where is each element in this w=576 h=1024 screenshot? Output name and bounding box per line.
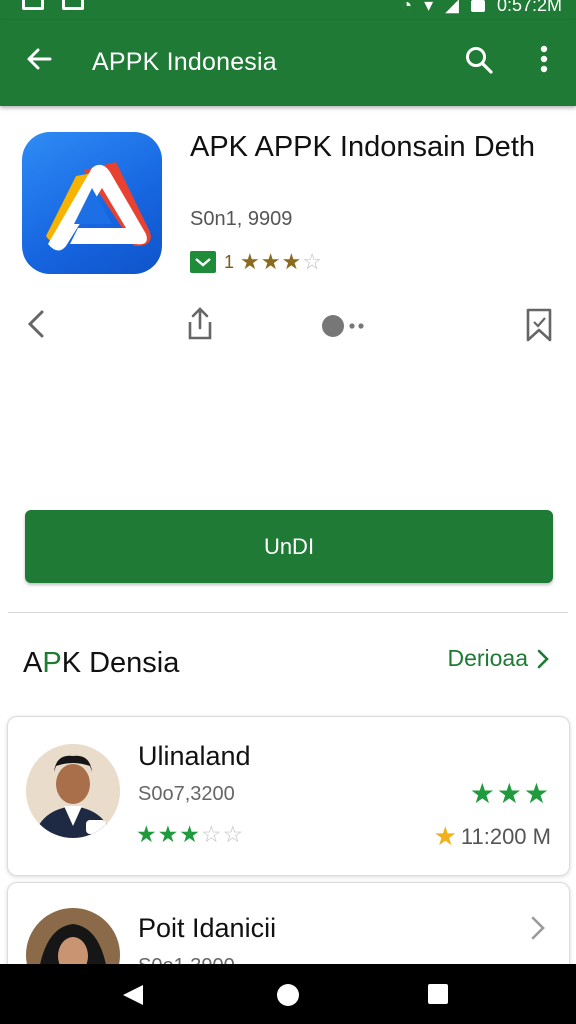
clock: 0:57:2M [496, 0, 562, 15]
section-title-accent: P [42, 647, 62, 679]
section-more-label: Derioaa [447, 645, 528, 671]
card-meta: S0o7,3200 [138, 783, 235, 805]
chevron-right-icon [537, 649, 549, 668]
nav-home-icon[interactable] [276, 983, 300, 1007]
section-more-link[interactable]: Derioaa [447, 645, 550, 672]
section-title-prefix: A [23, 647, 43, 679]
sync-icon: ◔ [401, 0, 413, 15]
card-stars-filled: ★★★ [136, 821, 201, 847]
app-bar-title: APPK Indonesia [92, 48, 277, 76]
share-icon[interactable] [183, 304, 217, 344]
back-arrow-icon[interactable] [24, 44, 54, 74]
notification-icon [62, 0, 84, 10]
app-name: APK APPK Indonsain Deth [190, 131, 535, 163]
dots-indicator-icon[interactable] [318, 304, 370, 344]
app-bar: APPK Indonesia [0, 20, 576, 106]
avatar [26, 744, 120, 838]
chevron-left-icon[interactable] [20, 304, 54, 344]
rating-stars-empty: ☆ [302, 249, 323, 274]
list-item[interactable]: Ulinaland S0o7,3200 ★★★☆☆ ★★★ ★ 11:200 M [7, 716, 570, 876]
nav-recents-icon[interactable] [427, 983, 449, 1005]
card-right-stars: ★★★ [469, 778, 551, 809]
battery-icon [470, 0, 485, 12]
card-stars-empty: ☆☆ [200, 821, 245, 847]
rating-stars-filled: ★★★ [240, 249, 303, 274]
more-vert-icon[interactable] [530, 44, 558, 74]
install-button[interactable]: UnDI [25, 510, 553, 583]
rating-value: 1 [224, 251, 235, 272]
section-title-suffix: K Densia [61, 647, 180, 679]
system-nav-bar [0, 964, 576, 1024]
chevron-right-icon[interactable] [527, 913, 549, 943]
nav-back-icon[interactable] [121, 983, 145, 1007]
wifi-icon: ▾ [424, 0, 434, 15]
card-title: Poit Idanicii [138, 913, 277, 943]
screenshot-icon [22, 0, 44, 10]
verified-badge-icon [190, 251, 216, 273]
search-icon[interactable] [464, 45, 494, 75]
card-title: Ulinaland [138, 741, 251, 771]
app-meta: S0n1, 9909 [190, 208, 293, 230]
card-size-row: ★ 11:200 M [434, 821, 551, 852]
card-size: 11:200 M [460, 823, 551, 849]
section-title: APK Densia [23, 647, 179, 680]
divider [8, 612, 568, 613]
install-button-label: UnDI [263, 533, 315, 559]
rating-row: 1 ★★★☆ [190, 249, 323, 275]
signal-icon: ◢ [445, 0, 459, 15]
action-row [0, 300, 576, 348]
card-rating-stars: ★★★☆☆ [136, 821, 244, 848]
status-bar: ◔ ▾ ◢ 0:57:2M [0, 0, 576, 20]
bookmark-icon[interactable] [522, 304, 556, 344]
app-logo-icon [22, 132, 162, 274]
star-icon: ★ [433, 821, 457, 851]
rating-stars: ★★★☆ [240, 249, 323, 275]
